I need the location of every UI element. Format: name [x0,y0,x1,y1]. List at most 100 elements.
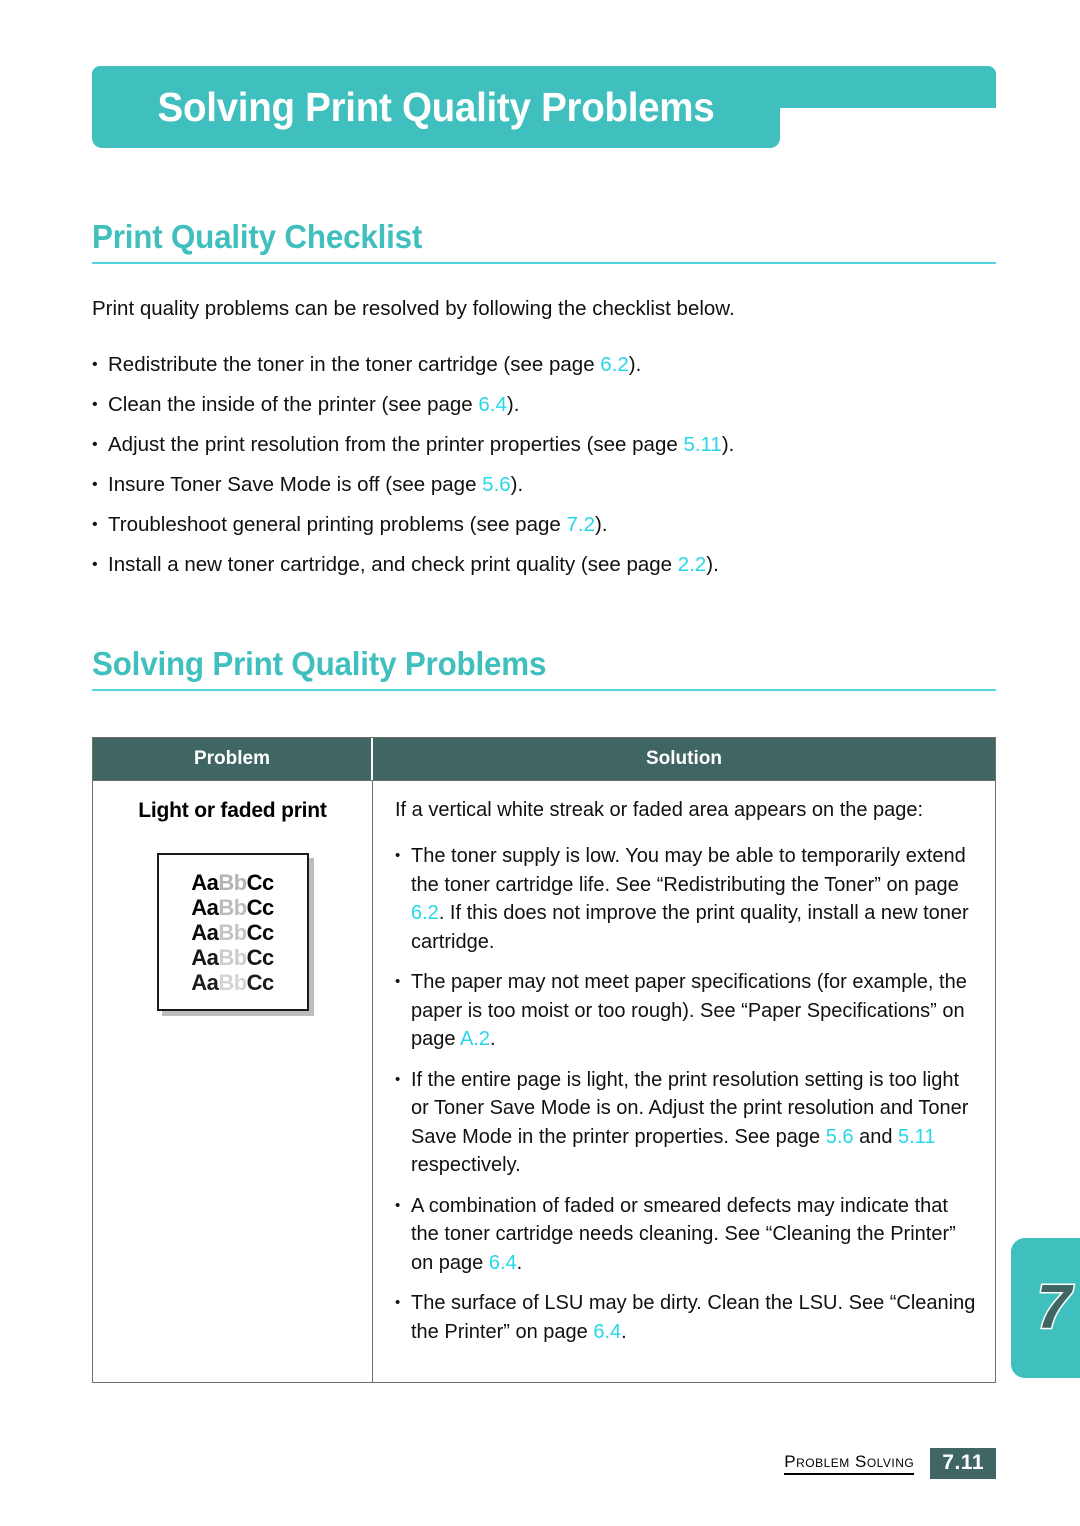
solution-item: • The toner supply is low. You may be abl… [395,842,977,956]
chapter-title: Solving Print Quality Problems [157,83,715,130]
page-reference[interactable]: 5.11 [898,1126,935,1148]
sample-text-dark: Cc [246,919,275,945]
page-reference[interactable]: 6.2 [600,353,629,376]
checklist-item-text-post: ). [721,433,735,456]
sample-text-line: AaBbCc [191,920,274,945]
section-heading-print-quality-checklist: Print Quality Checklist [92,218,996,264]
solution-item: • The paper may not meet paper specificat… [395,968,977,1054]
checklist-item-text-post: ). [628,353,642,376]
sample-text-line: AaBbCc [191,970,274,995]
page-reference[interactable]: 6.4 [489,1252,517,1274]
sample-text-dark: Aa [191,869,219,895]
solution-item: • The surface of LSU may be dirty. Clean … [395,1289,977,1346]
section-heading-rule [92,262,996,264]
checklist-item-text-post: ). [506,393,520,416]
page-reference[interactable]: 2.2 [678,553,707,576]
sample-printout-page: AaBbCc AaBbCc AaBbCc AaBbCc AaBbCc [156,853,309,1011]
section-heading-text: Print Quality Checklist [92,218,423,255]
intro-paragraph: Print quality problems can be resolved b… [92,297,735,320]
checklist-item-text-post: ). [595,513,608,536]
bullet-icon: • [92,396,98,413]
solution-text-fragment: . [621,1320,627,1343]
bullet-icon: • [92,516,98,533]
page-reference[interactable]: A.2 [460,1028,490,1050]
checklist-item-text-pre: Redistribute the toner in the toner cart… [108,353,601,376]
footer-page-number: 7.11 [930,1448,996,1479]
bullet-icon: • [395,1070,401,1088]
checklist-item: • Clean the inside of the printer (see pa… [92,392,996,418]
chapter-tab: 7 [1011,1238,1080,1378]
sample-text-faded: Bb [218,919,247,945]
solution-text-fragment: The surface of LSU may be dirty. Clean t… [411,1292,976,1343]
solution-text-fragment: . [489,1028,496,1050]
sample-text-dark: Aa [191,944,219,970]
page-reference[interactable]: 5.6 [826,1126,854,1148]
solution-item-text: The surface of LSU may be dirty. Clean t… [411,1289,977,1346]
sample-text-line: AaBbCc [191,870,274,895]
sample-text-dark: Aa [191,894,219,920]
sample-text-dark: Cc [246,944,275,970]
sample-text-faded: Bb [218,944,247,970]
bullet-icon: • [92,556,98,573]
table-cell-solution: If a vertical white streak or faded area… [373,781,995,1382]
section-heading-solving-print-quality-problems: Solving Print Quality Problems [92,645,996,691]
solution-item: • If the entire page is light, the print … [395,1066,977,1180]
solution-text-fragment: . If this does not improve the print qua… [411,902,969,953]
checklist-item: • Troubleshoot general printing problems … [92,512,996,538]
sample-text-dark: Aa [191,969,219,995]
page-reference[interactable]: 6.4 [593,1321,621,1343]
sample-printout-image: AaBbCc AaBbCc AaBbCc AaBbCc AaBbCc [156,853,314,1016]
solution-text-fragment: and [853,1125,898,1148]
table-header-problem: Problem [93,738,373,780]
sample-text-faded: Bb [218,894,247,920]
sample-text-dark: Cc [246,969,275,995]
sample-text-dark: Aa [191,919,219,945]
bullet-icon: • [92,476,98,493]
page-reference[interactable]: 5.11 [683,433,721,456]
bullet-icon: • [395,1196,401,1214]
checklist-item-text-post: ). [706,553,719,576]
checklist-item-text: Insure Toner Save Mode is off (see page … [108,472,996,498]
table-cell-problem: Light or faded print AaBbCc AaBbCc AaBbCc A… [93,781,373,1382]
sample-text-faded: Bb [218,969,247,995]
checklist-item: • Insure Toner Save Mode is off (see page… [92,472,996,498]
checklist-item-text: Install a new toner cartridge, and check… [108,552,996,578]
checklist-item-text-pre: Clean the inside of the printer (see pag… [108,393,479,416]
table-row: Light or faded print AaBbCc AaBbCc AaBbCc A… [93,780,995,1382]
sample-text-line: AaBbCc [191,945,274,970]
checklist-item: • Redistribute the toner in the toner car… [92,352,996,378]
footer-section-label: Problem Solving [784,1452,915,1475]
solution-bullet-list: • The toner supply is low. You may be abl… [395,842,977,1346]
problem-label: Light or faded print [138,799,327,822]
sample-text-dark: Cc [246,869,275,895]
page-reference[interactable]: 6.2 [411,902,439,924]
checklist-item-text-pre: Adjust the print resolution from the pri… [108,433,684,456]
solution-item-text: The toner supply is low. You may be able… [411,842,977,956]
sample-text-line: AaBbCc [191,895,274,920]
checklist-item-text-pre: Troubleshoot general printing problems (… [108,513,567,536]
checklist-item-text: Clean the inside of the printer (see pag… [108,392,996,418]
solution-text-fragment: The toner supply is low. You may be able… [411,845,966,896]
checklist-item-text: Troubleshoot general printing problems (… [108,512,996,538]
solution-item-text: A combination of faded or smeared defect… [411,1192,977,1278]
table-header-solution: Solution [646,748,722,769]
solution-text-fragment: . [516,1251,523,1274]
section-heading-text: Solving Print Quality Problems [92,645,547,682]
checklist-list: • Redistribute the toner in the toner car… [92,352,996,592]
bullet-icon: • [395,847,401,864]
chapter-banner: Solving Print Quality Problems [92,66,996,148]
solution-text-fragment: respectively. [411,1154,521,1176]
solution-item: • A combination of faded or smeared defec… [395,1192,977,1278]
sample-text-faded: Bb [218,869,247,895]
checklist-item-text-pre: Insure Toner Save Mode is off (see page [108,473,483,496]
page-reference[interactable]: 6.4 [478,393,507,416]
section-heading-rule [92,689,996,691]
solution-item-text: The paper may not meet paper specificati… [411,968,977,1054]
bullet-icon: • [395,1294,401,1311]
page-reference[interactable]: 7.2 [567,513,596,536]
solution-intro-text: If a vertical white streak or faded area… [395,799,924,821]
page-reference[interactable]: 5.6 [482,473,511,496]
page-footer: Problem Solving 7.11 [92,1448,996,1479]
checklist-item-text: Redistribute the toner in the toner cart… [108,352,996,378]
table-header-row: Problem Solution [93,738,995,780]
